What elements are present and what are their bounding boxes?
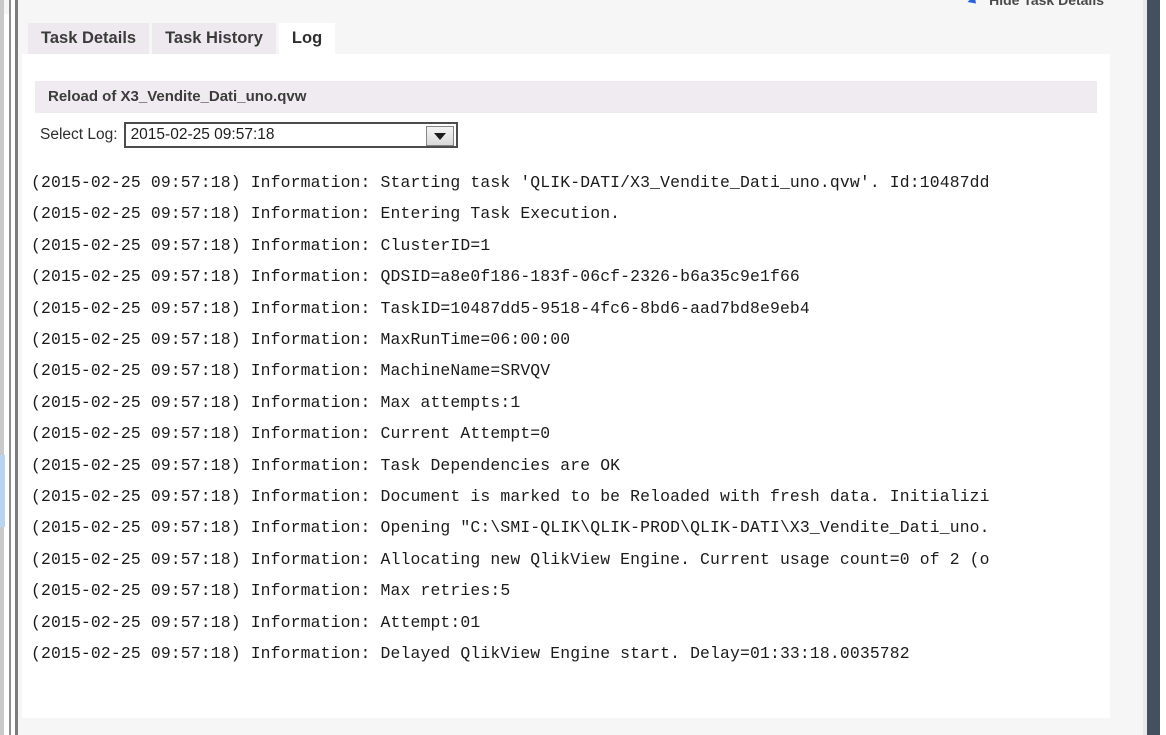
hide-task-details-button[interactable]: Hide Task Details (970, 0, 1104, 8)
chevron-down-icon[interactable] (425, 126, 454, 146)
select-log-row: Select Log: 2015-02-25 09:57:18 (40, 122, 458, 148)
log-line: (2015-02-25 09:57:18) Information: Max r… (31, 581, 511, 601)
tab-bar: Task Details Task History Log (28, 22, 338, 54)
log-line: (2015-02-25 09:57:18) Information: Start… (31, 173, 990, 192)
tab-task-details-label: Task Details (41, 29, 137, 47)
right-edge-margin (1160, 0, 1166, 735)
log-line: (2015-02-25 09:57:18) Information: MaxRu… (31, 330, 571, 350)
log-line: (2015-02-25 09:57:18) Information: Alloc… (31, 549, 990, 569)
log-line: (2015-02-25 09:57:18) Information: Docum… (31, 487, 990, 507)
log-line: (2015-02-25 09:57:18) Information: TaskI… (31, 298, 810, 318)
outer-scrollbar-thumb[interactable] (0, 455, 5, 527)
log-line: (2015-02-25 09:57:18) Information: Curre… (31, 424, 551, 444)
outer-scrollbar-track[interactable] (0, 0, 4, 735)
log-line: (2015-02-25 09:57:18) Information: Machi… (31, 361, 551, 381)
log-line: (2015-02-25 09:57:18) Information: Delay… (31, 644, 910, 664)
log-line: (2015-02-25 09:57:18) Information: Clust… (31, 235, 491, 255)
log-panel: Reload of X3_Vendite_Dati_uno.qvw Select… (22, 54, 1110, 718)
tab-task-history[interactable]: Task History (152, 23, 276, 54)
tab-task-history-label: Task History (165, 29, 263, 47)
log-line: (2015-02-25 09:57:18) Information: Task … (31, 455, 621, 475)
log-line: (2015-02-25 09:57:18) Information: Attem… (31, 612, 481, 632)
select-log-label: Select Log: (40, 126, 118, 143)
blue-arrow-icon (970, 0, 983, 7)
log-line: (2015-02-25 09:57:18) Information: Max a… (31, 392, 521, 412)
log-line: (2015-02-25 09:57:18) Information: Openi… (31, 518, 990, 538)
log-clip: (2015-02-25 09:57:18) Information: Start… (31, 167, 1110, 718)
reload-heading-text: Reload of X3_Vendite_Dati_uno.qvw (48, 88, 307, 105)
tab-log[interactable]: Log (278, 23, 336, 54)
tab-task-details[interactable]: Task Details (28, 23, 150, 54)
top-strip: Hide Task Details (0, 0, 1140, 14)
panel-border-left-inner (15, 0, 18, 735)
right-edge-bar (1147, 0, 1160, 735)
log-output: (2015-02-25 09:57:18) Information: Start… (31, 167, 1110, 718)
log-line: (2015-02-25 09:57:18) Information: QDSID… (31, 267, 800, 287)
reload-heading-band: Reload of X3_Vendite_Dati_uno.qvw (35, 81, 1097, 113)
log-line: (2015-02-25 09:57:18) Information: Enter… (31, 204, 621, 224)
hide-task-details-label: Hide Task Details (989, 0, 1104, 8)
select-log-dropdown[interactable]: 2015-02-25 09:57:18 (123, 122, 458, 148)
tab-log-label: Log (291, 29, 323, 47)
select-log-value: 2015-02-25 09:57:18 (130, 126, 275, 143)
